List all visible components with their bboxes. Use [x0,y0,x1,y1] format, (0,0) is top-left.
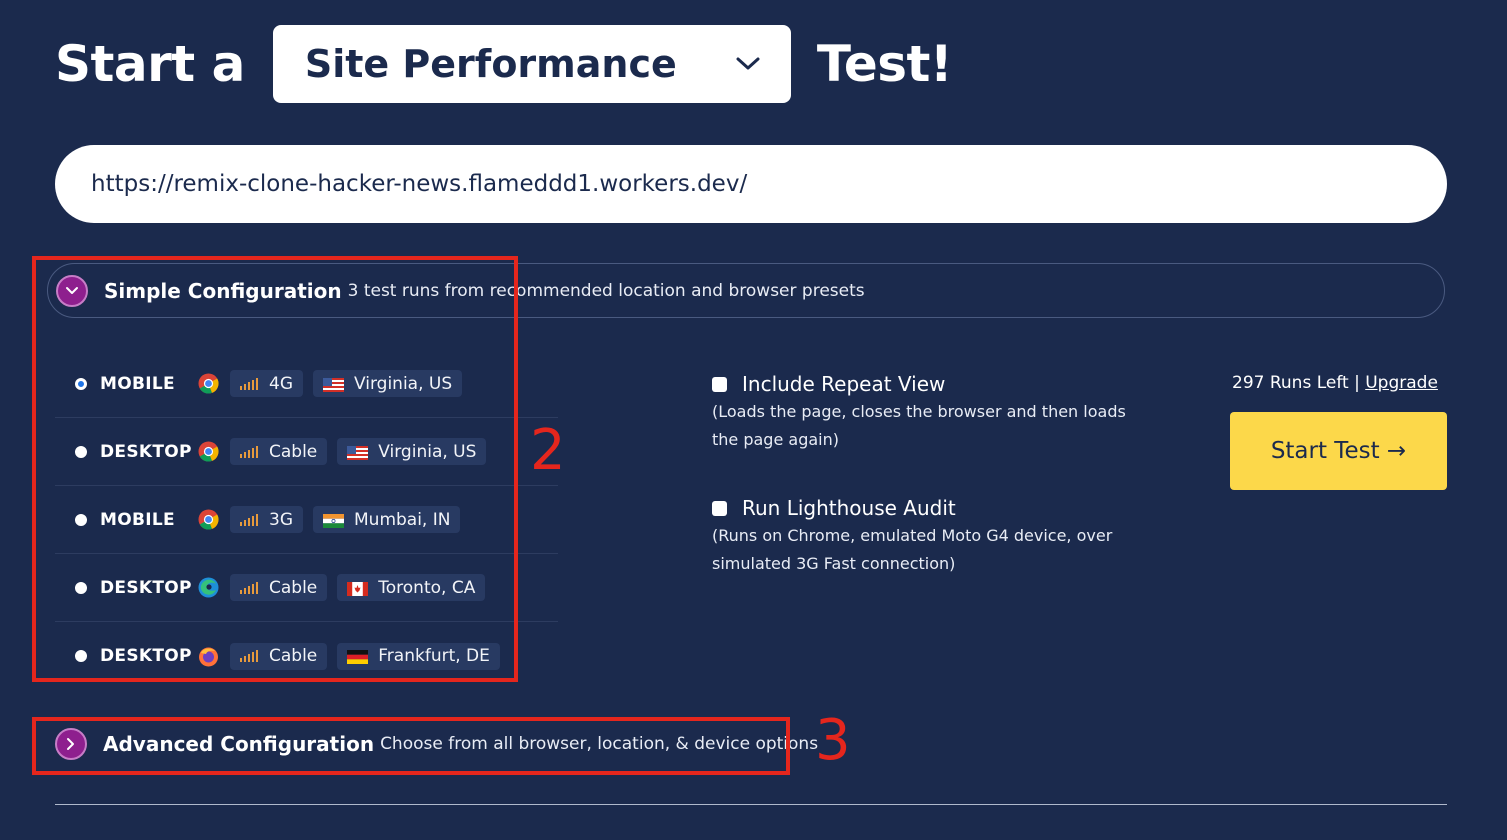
preset-radio[interactable] [75,377,87,390]
chrome-icon [198,373,219,394]
device-label: MOBILE [100,373,175,394]
connection-label: Cable [269,441,318,462]
preset-row-3[interactable]: MOBILE 3G Mumbai, IN [55,486,558,554]
connection-pill: 4G [230,370,303,397]
url-input[interactable] [55,145,1447,223]
location-pill: Frankfurt, DE [337,642,500,670]
location-label: Virginia, US [378,441,477,462]
repeat-view-checkbox[interactable] [712,376,727,392]
repeat-view-option: Include Repeat View (Loads the page, clo… [712,372,1152,454]
preset-row-4[interactable]: DESKTOP Cable Toronto, CA [55,554,558,622]
connection-pill: Cable [230,438,328,465]
connection-label: Cable [269,577,318,598]
preset-row-5[interactable]: DESKTOP Cable Frankfurt, DE [55,622,558,690]
advanced-config-row[interactable]: Advanced Configuration Choose from all b… [55,728,818,760]
title-prefix: Start a [55,35,245,93]
preset-radio[interactable] [75,650,87,662]
annotation-label-2: 2 [530,418,566,483]
signal-icon [240,445,258,458]
connection-label: 3G [269,509,293,530]
firefox-icon [198,646,219,667]
signal-icon [240,377,258,390]
chrome-icon [198,509,219,530]
de-flag-icon [347,649,369,664]
simple-config-title: Simple Configuration [104,278,342,303]
us-flag-icon [323,377,344,392]
location-label: Virginia, US [354,373,453,394]
in-flag-icon [323,513,344,528]
device-label: DESKTOP [100,441,192,462]
lighthouse-label: Run Lighthouse Audit [742,496,956,520]
runs-left: 297 Runs Left | Upgrade [1232,373,1438,393]
preset-radio[interactable] [75,581,87,594]
repeat-view-description: (Loads the page, closes the browser and … [712,402,1126,449]
chevron-down-icon [735,56,761,72]
test-type-value: Site Performance [304,42,677,86]
advanced-config-description: Choose from all browser, location, & dev… [380,734,819,754]
us-flag-icon [347,445,369,460]
chrome-icon [198,441,219,462]
preset-list: MOBILE 4G Virginia, US DESKTOP Cable Vir… [55,350,558,690]
location-pill: Mumbai, IN [313,506,461,533]
title-suffix: Test! [816,35,953,93]
advanced-config-title: Advanced Configuration [103,732,375,756]
start-test-button[interactable]: Start Test → [1230,412,1447,490]
preset-row-2[interactable]: DESKTOP Cable Virginia, US [55,418,558,486]
location-label: Toronto, CA [378,577,476,598]
location-label: Mumbai, IN [354,509,451,530]
lighthouse-checkbox[interactable] [712,500,727,516]
signal-icon [240,650,258,662]
repeat-view-label: Include Repeat View [742,372,946,396]
device-label: DESKTOP [100,577,192,598]
test-type-select[interactable]: Site Performance [272,25,791,103]
signal-icon [240,513,258,526]
simple-config-description: 3 test runs from recommended location an… [347,280,865,301]
connection-label: Cable [269,646,318,666]
chevron-down-icon[interactable] [56,274,88,307]
edge-icon [198,577,219,598]
lighthouse-option: Run Lighthouse Audit (Runs on Chrome, em… [712,496,1152,578]
device-label: MOBILE [100,509,175,530]
simple-config-bar[interactable]: Simple Configuration 3 test runs from re… [47,263,1445,318]
connection-pill: Cable [230,642,328,670]
connection-pill: Cable [230,574,328,601]
ca-flag-icon [347,581,369,596]
connection-pill: 3G [230,506,303,533]
preset-radio[interactable] [75,445,87,458]
connection-label: 4G [269,373,293,394]
section-divider [55,804,1447,805]
location-pill: Virginia, US [313,370,463,397]
device-label: DESKTOP [100,646,192,666]
chevron-right-icon[interactable] [55,728,87,760]
preset-radio[interactable] [75,513,87,526]
page-title-row: Start a Site Performance Test! [55,24,953,104]
upgrade-link[interactable]: Upgrade [1365,373,1438,393]
runs-left-text: 297 Runs Left | [1232,373,1360,393]
location-pill: Virginia, US [337,438,487,465]
location-label: Frankfurt, DE [378,646,490,666]
location-pill: Toronto, CA [337,574,486,601]
annotation-label-3: 3 [815,708,851,773]
signal-icon [240,581,258,594]
preset-row-1[interactable]: MOBILE 4G Virginia, US [55,350,558,418]
lighthouse-description: (Runs on Chrome, emulated Moto G4 device… [712,526,1113,573]
